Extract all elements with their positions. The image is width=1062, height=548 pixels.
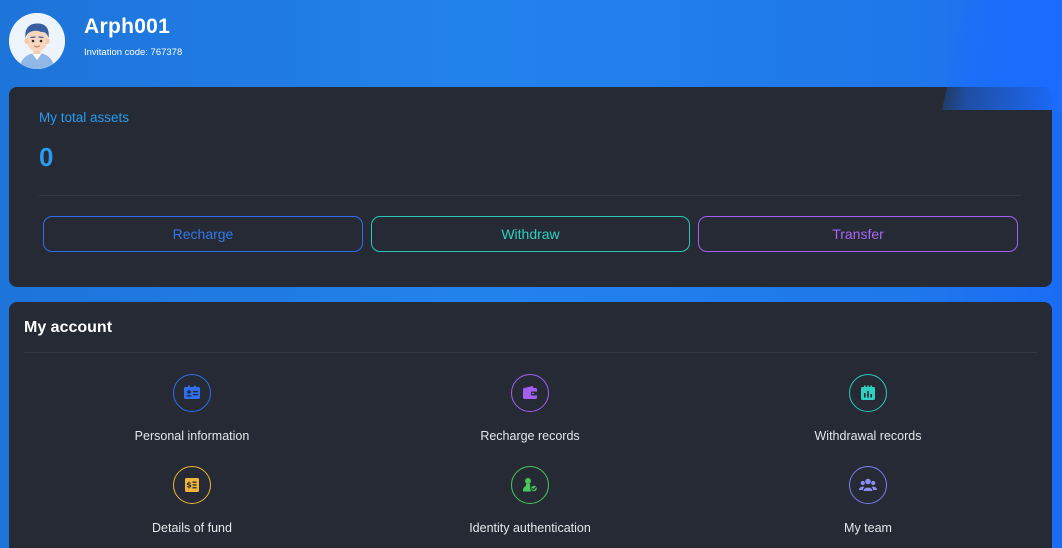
menu-item-label: My team [844, 521, 892, 535]
my-account-card: My account Personal information Recharge… [9, 302, 1052, 548]
verified-user-icon [511, 466, 549, 504]
wallet-icon [511, 374, 549, 412]
menu-item-label: Withdrawal records [814, 429, 922, 443]
divider [24, 352, 1037, 353]
calendar-chart-icon [849, 374, 887, 412]
avatar[interactable] [9, 13, 65, 69]
menu-item-withdrawal-records[interactable]: Withdrawal records [718, 374, 1018, 462]
menu-item-my-team[interactable]: My team [718, 466, 1018, 548]
account-page: Arph001 Invitation code: 767378 My total… [0, 0, 1062, 548]
menu-item-details-of-fund[interactable]: $ Details of fund [42, 466, 342, 548]
fund-bill-icon: $ [173, 466, 211, 504]
avatar-illustration [9, 13, 65, 69]
id-card-icon [173, 374, 211, 412]
invitation-code[interactable]: Invitation code: 767378 [84, 47, 182, 58]
recharge-button[interactable]: Recharge [43, 216, 363, 252]
total-assets-value: 0 [39, 142, 54, 172]
total-assets-label: My total assets [39, 110, 130, 125]
my-account-title: My account [24, 319, 113, 336]
username: Arph001 [84, 15, 171, 38]
menu-item-label: Recharge records [480, 429, 580, 443]
total-assets-card: My total assets 0 Recharge Withdraw Tran… [9, 87, 1052, 287]
withdraw-button[interactable]: Withdraw [371, 216, 690, 252]
menu-item-recharge-records[interactable]: Recharge records [380, 374, 680, 462]
svg-text:$: $ [186, 481, 192, 490]
team-icon [849, 466, 887, 504]
divider [39, 195, 1021, 196]
transfer-button[interactable]: Transfer [698, 216, 1018, 252]
menu-item-identity-authentication[interactable]: Identity authentication [380, 466, 680, 548]
profile-header: Arph001 Invitation code: 767378 [0, 0, 1062, 88]
menu-item-label: Details of fund [152, 521, 232, 535]
menu-item-label: Personal information [134, 429, 250, 443]
menu-item-label: Identity authentication [469, 521, 591, 535]
menu-item-personal-information[interactable]: Personal information [42, 374, 342, 462]
